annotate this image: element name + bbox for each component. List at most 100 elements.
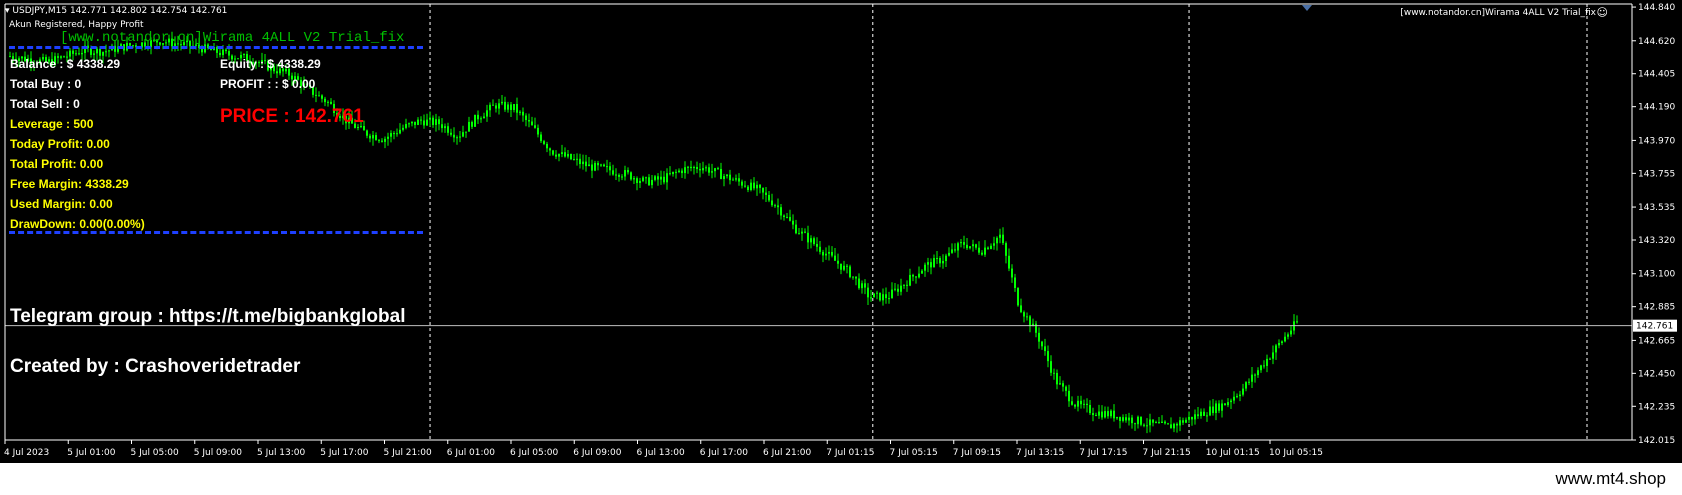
candle-body [1296,321,1298,323]
candle-body [468,121,470,132]
candle-body [438,119,440,125]
candle-body [813,238,815,245]
candle-body [768,194,770,201]
x-tick-label: 5 Jul 09:00 [194,448,243,458]
candle-body [378,140,380,142]
candle-body [597,162,599,166]
candle-body [1182,420,1184,423]
candle-body [381,140,383,142]
x-tick-label: 10 Jul 01:15 [1206,448,1260,458]
chart-shift-marker-icon [1302,5,1312,11]
candle-body [930,262,932,268]
candle-body [1173,423,1175,429]
candle-body [384,138,386,142]
indicator-label: [www.notandor.cn]Wirama 4ALL V2 Trial_fi… [1400,8,1596,18]
candle-body [1059,383,1061,385]
y-tick-label: 144.190 [1638,103,1675,113]
candle-body [573,158,575,160]
candle-body [867,287,869,298]
x-tick-label: 6 Jul 01:00 [447,448,496,458]
candle-body [699,169,701,171]
candle-body [1134,423,1136,425]
candle-body [735,178,737,180]
candle-body [393,133,395,135]
candle-body [780,207,782,216]
candle-body [1104,411,1106,418]
candle-body [681,170,683,174]
candle-body [1257,370,1259,376]
candle-body [696,167,698,170]
footer-site[interactable]: www.mt4.shop [1555,469,1666,489]
candle-body [843,265,845,270]
candle-body [528,120,530,122]
indicator-watermark: [www.notandor.cn]Wirama 4ALL V2 Trial_fi… [60,30,405,46]
free-margin-text: Free Margin: 4338.29 [10,177,129,191]
candle-body [1224,403,1226,406]
candle-body [453,134,455,138]
candle-body [1101,411,1103,418]
drawdown-text: DrawDown: 0.00(0.00%) [10,217,145,231]
candle-body [1227,402,1229,406]
candle-body [1077,400,1079,407]
candle-body [909,274,911,286]
candle-body [585,161,587,167]
candle-body [444,126,446,129]
profit-text: PROFIT : : $ 0.00 [220,77,316,91]
candle-body [552,150,554,155]
candle-body [594,162,596,171]
candle-body [582,161,584,165]
created-by-text: Created by : Crashoveridetrader [10,356,301,377]
candle-body [1230,400,1232,403]
candle-body [606,166,608,168]
candle-body [96,48,98,54]
candle-body [948,252,950,256]
candle-body [939,258,941,264]
candle-body [495,105,497,109]
candle-body [411,121,413,124]
candle-body [1086,403,1088,405]
y-tick-label: 144.620 [1638,37,1675,47]
smiley-face-icon[interactable]: ☺ [1597,6,1608,19]
y-tick-label: 143.755 [1638,169,1675,179]
candle-body [1092,413,1094,416]
candle-body [465,131,467,133]
candle-body [936,258,938,260]
candle-body [1164,421,1166,424]
total-profit-text: Total Profit: 0.00 [10,157,104,171]
candle-body [882,294,884,301]
candle-body [462,132,464,137]
candle-body [669,173,671,175]
candle-body [1026,316,1028,318]
candle-body [390,133,392,137]
candle-body [786,216,788,218]
candle-body [1098,411,1100,416]
candle-body [1203,411,1205,416]
y-tick-label: 144.405 [1638,70,1675,80]
y-tick-label: 142.235 [1638,402,1675,412]
candle-body [1050,361,1052,373]
candle-body [1284,336,1286,342]
candle-body [624,170,626,177]
candle-body [537,127,539,135]
equity-text: Equity : $ 4338.29 [220,57,321,71]
candle-body [405,124,407,128]
candle-body [684,167,686,174]
candle-body [540,134,542,142]
price-chart[interactable]: 144.840 144.620 144.405 144.190 143.970 143.7… [0,0,1682,495]
candle-body [927,262,929,265]
candle-body [738,178,740,182]
candle-body [675,171,677,173]
y-tick-label: 143.535 [1638,203,1675,213]
symbol-dropdown[interactable]: ▾ USDJPY,M15 142.771 142.802 142.754 142… [5,6,227,16]
telegram-text: Telegram group : https://t.me/bigbankglo… [10,306,406,327]
candle-body [1047,351,1049,362]
candle-body [414,121,416,125]
candle-body [657,176,659,180]
candle-body [366,130,368,136]
candle-body [576,158,578,160]
candle-body [1065,386,1067,391]
candle-body [1113,410,1115,419]
candle-body [330,101,332,104]
candle-body [864,283,866,288]
candle-body [1212,406,1214,414]
